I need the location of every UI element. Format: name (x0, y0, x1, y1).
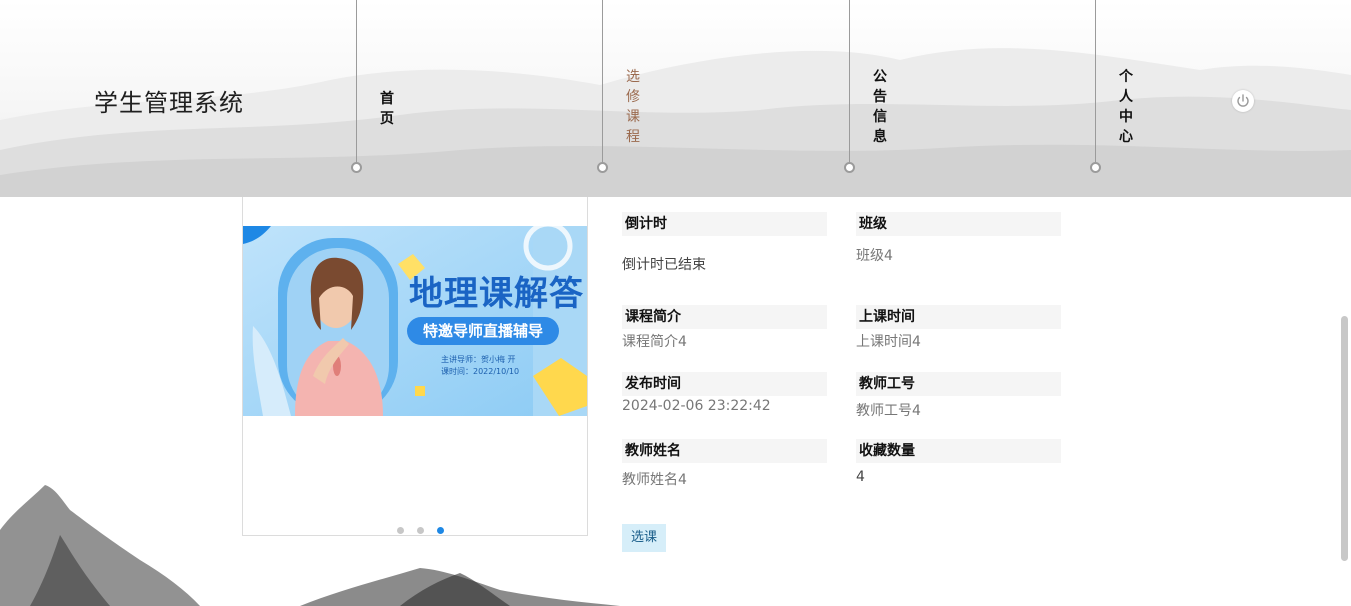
field-teacher-name: 教师姓名 教师姓名4 (622, 439, 827, 489)
select-course-button[interactable]: 选课 (622, 524, 666, 552)
field-label: 上课时间 (856, 305, 1061, 329)
field-label: 教师姓名 (622, 439, 827, 463)
app-title: 学生管理系统 (94, 89, 244, 117)
banner-time-line: 课时间：2022/10/10 (441, 367, 520, 376)
banner-subtitle: 特邀导师直播辅导 (407, 317, 559, 345)
field-value: 2024-02-06 23:22:42 (622, 398, 771, 414)
field-value: 倒计时已结束 (622, 257, 706, 273)
nav-item-home[interactable]: 首页 (351, 0, 416, 173)
nav-item-personal-center[interactable]: 个人中心 (1090, 0, 1155, 173)
nav-divider (849, 0, 850, 162)
field-value: 上课时间4 (856, 334, 921, 350)
nav-label-home[interactable]: 首页 (380, 89, 396, 129)
nav-item-elective-courses[interactable]: 选修课程 (597, 0, 662, 173)
nav-label-elective-courses[interactable]: 选修课程 (626, 67, 642, 147)
field-label: 倒计时 (622, 212, 827, 236)
nav-divider (602, 0, 603, 162)
field-label: 教师工号 (856, 372, 1061, 396)
nav-label-personal-center[interactable]: 个人中心 (1119, 67, 1135, 147)
field-favorites: 收藏数量 4 (856, 439, 1061, 485)
carousel-indicators (397, 519, 452, 538)
power-icon (1237, 94, 1249, 107)
field-course-intro: 课程简介 课程简介4 (622, 305, 827, 351)
field-value: 4 (856, 469, 865, 485)
logout-button[interactable] (1232, 90, 1254, 112)
field-teacher-id: 教师工号 教师工号4 (856, 372, 1061, 420)
field-value: 教师工号4 (856, 403, 921, 419)
field-label: 班级 (856, 212, 1061, 236)
banner-teacher-line: 主讲导师：贺小梅 开 (441, 355, 516, 364)
nav-dot (1090, 162, 1101, 173)
field-publish-time: 发布时间 2024-02-06 23:22:42 (622, 372, 827, 414)
field-class: 班级 班级4 (856, 212, 1061, 265)
field-label: 发布时间 (622, 372, 827, 396)
nav-divider (356, 0, 357, 162)
nav-dot (597, 162, 608, 173)
nav-dot (351, 162, 362, 173)
nav-dot (844, 162, 855, 173)
nav-divider (1095, 0, 1096, 162)
field-value: 教师姓名4 (622, 472, 687, 488)
page: 学生管理系统 首页 选修课程 公告信息 个人中心 地理课解答 特邀导师直播辅导 … (0, 0, 1351, 606)
course-image-carousel[interactable]: 地理课解答 特邀导师直播辅导 主讲导师：贺小梅 开 课时间：2022/10/10 (242, 197, 588, 536)
field-label: 收藏数量 (856, 439, 1061, 463)
field-value: 班级4 (856, 248, 893, 264)
field-label: 课程简介 (622, 305, 827, 329)
carousel-dot[interactable] (417, 527, 425, 534)
banner-title: 地理课解答 (409, 274, 584, 314)
field-value: 课程简介4 (622, 334, 687, 350)
carousel-slide-image: 地理课解答 特邀导师直播辅导 主讲导师：贺小梅 开 课时间：2022/10/10 (243, 226, 587, 416)
field-countdown: 倒计时 倒计时已结束 (622, 212, 827, 274)
field-class-time: 上课时间 上课时间4 (856, 305, 1061, 351)
carousel-dot-active[interactable] (437, 527, 445, 534)
nav-item-announcements[interactable]: 公告信息 (844, 0, 909, 173)
header: 学生管理系统 首页 选修课程 公告信息 个人中心 (0, 0, 1351, 197)
carousel-dot[interactable] (397, 527, 404, 534)
page-scrollbar[interactable] (1341, 316, 1348, 561)
nav-label-announcements[interactable]: 公告信息 (873, 67, 889, 147)
